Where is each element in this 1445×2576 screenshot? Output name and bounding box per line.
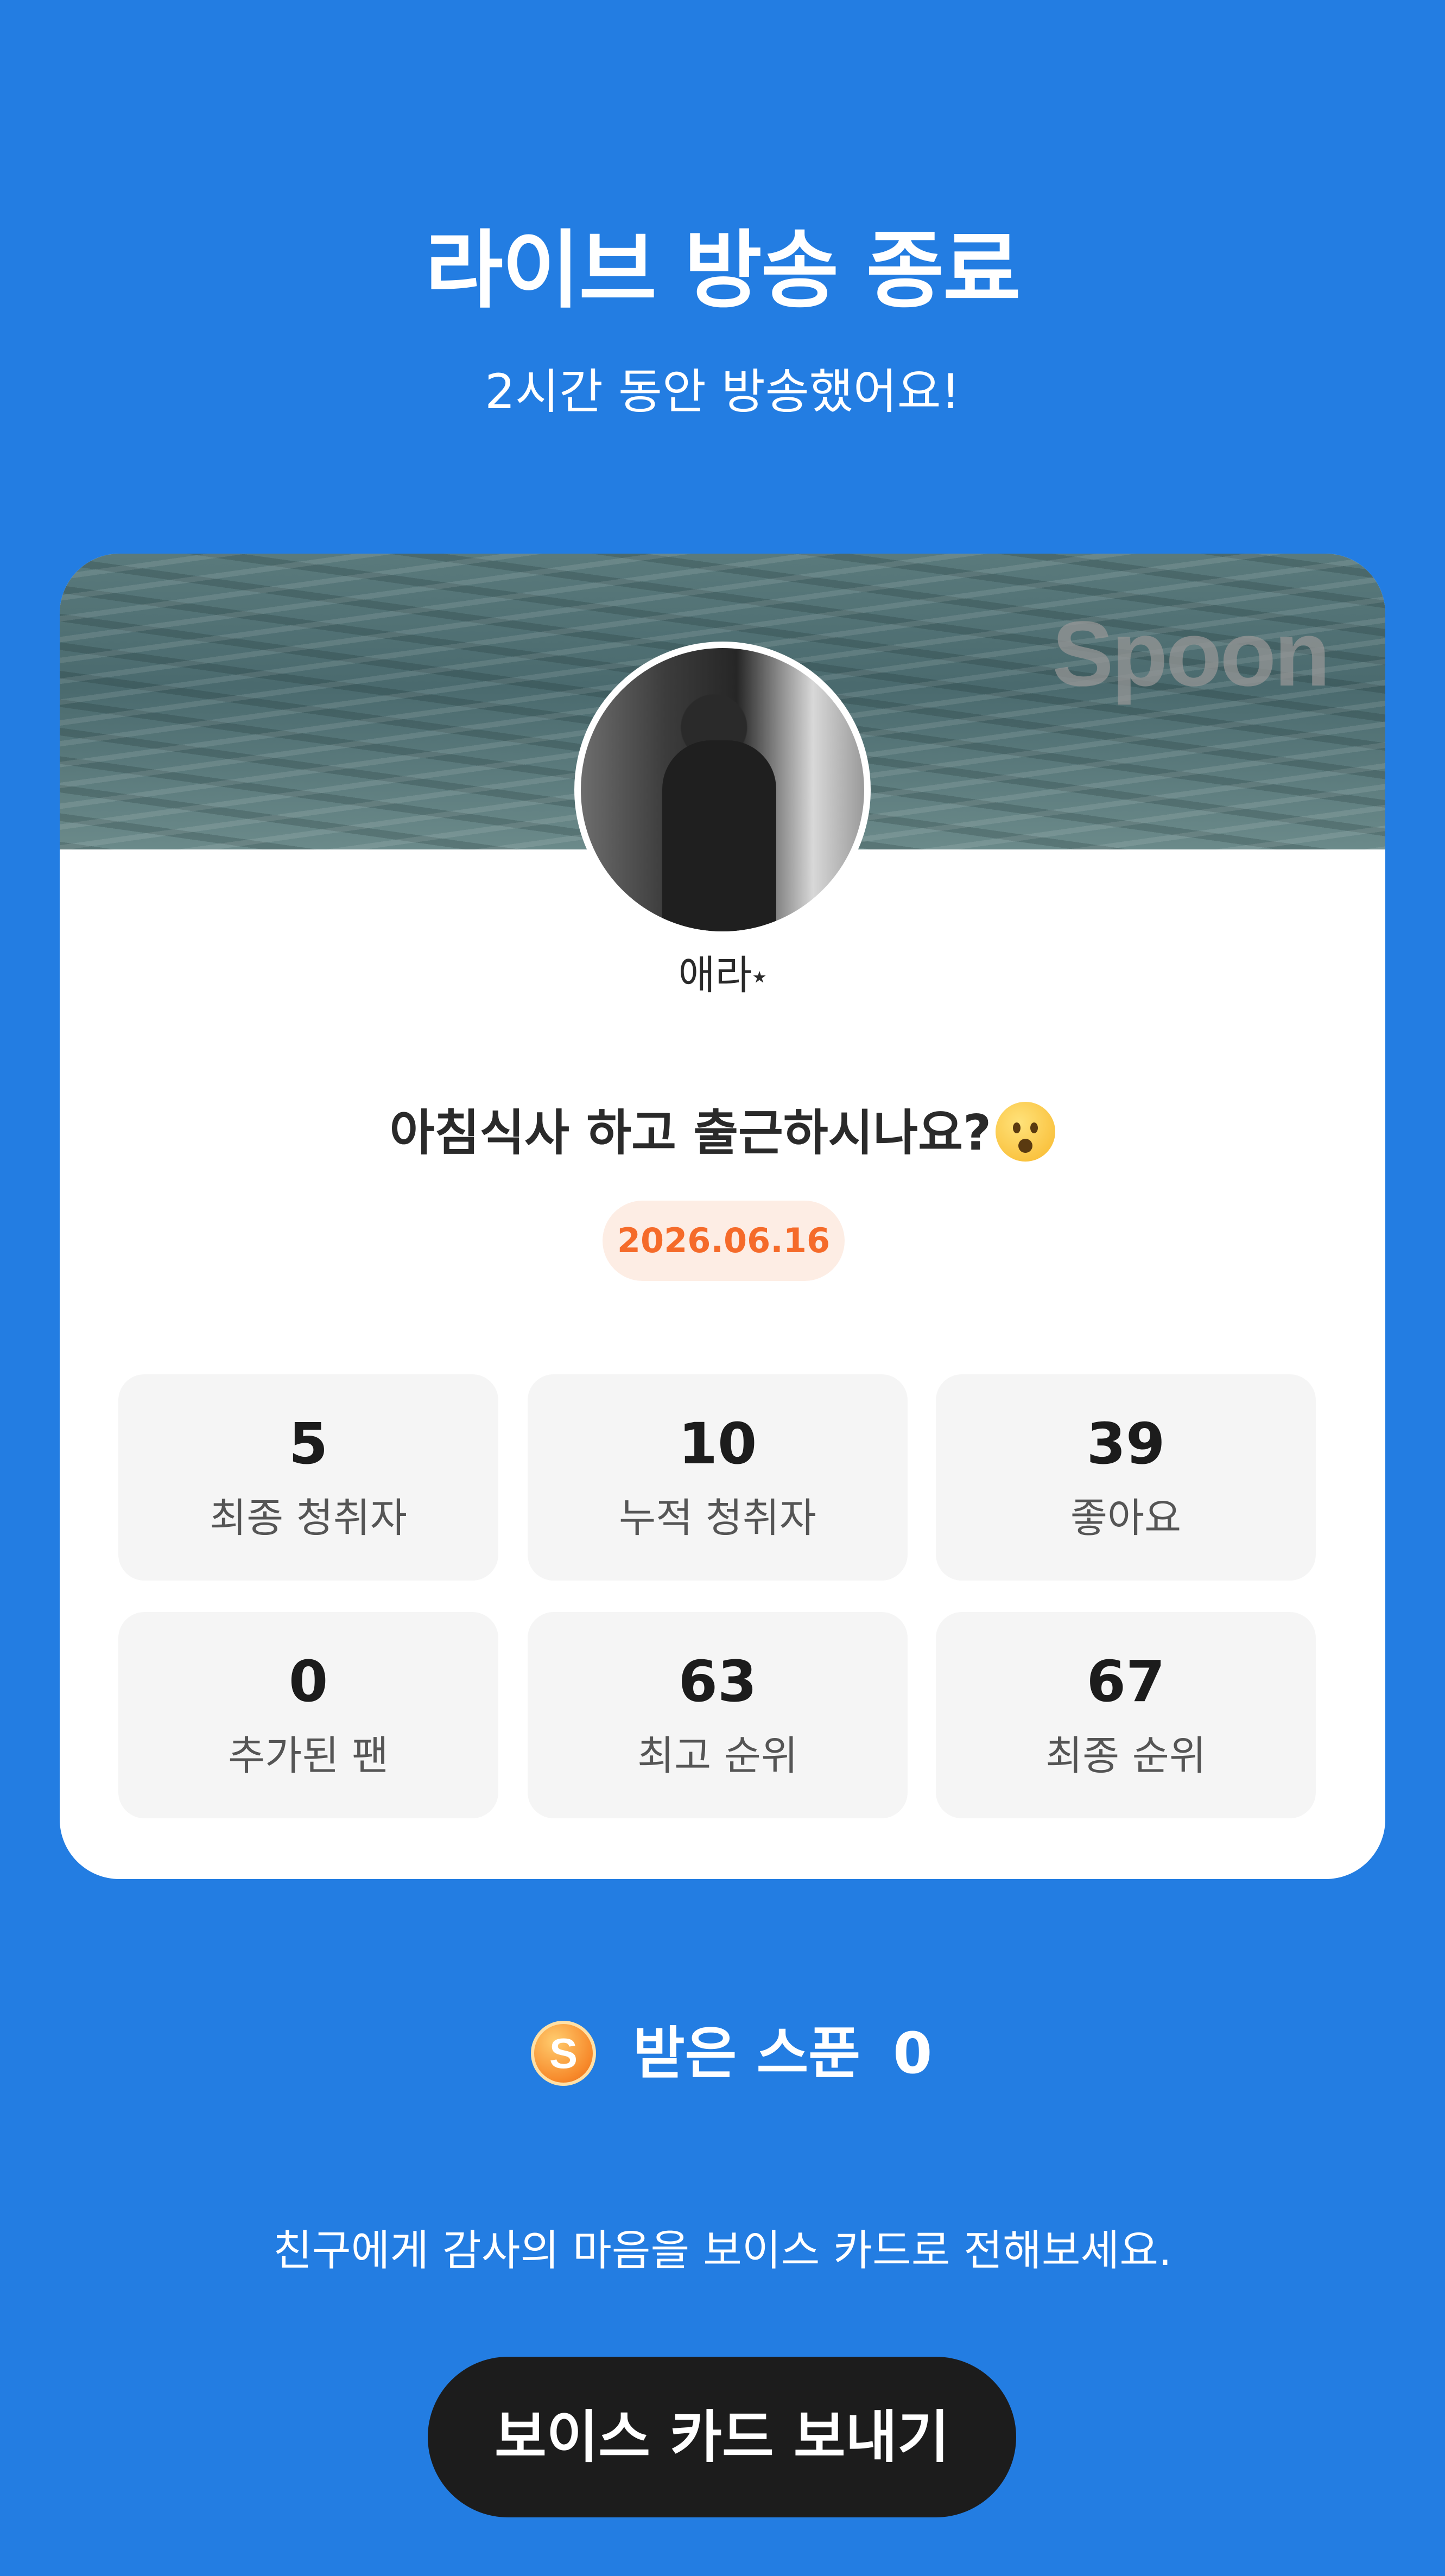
received-spoons-label: 받은 스푼 [633, 2020, 860, 2086]
page-subtitle: 2시간 동안 방송했어요! [485, 364, 960, 420]
stat-final-rank: 67 최종 순위 [936, 1612, 1316, 1818]
stat-value: 0 [288, 1648, 328, 1715]
stat-label: 누적 청취자 [619, 1495, 816, 1541]
received-spoons-count: 0 [892, 2020, 933, 2086]
stat-value: 10 [678, 1411, 757, 1477]
dj-nickname: 애라★ [60, 955, 1385, 995]
spoon-logo: Spoon [1052, 602, 1330, 706]
live-title-text: 아침식사 하고 출근하시나요? [389, 1104, 992, 1162]
stat-new-fans: 0 추가된 팬 [118, 1612, 498, 1818]
stat-best-rank: 63 최고 순위 [528, 1612, 908, 1818]
stat-likes: 39 좋아요 [936, 1374, 1316, 1581]
stat-value: 39 [1086, 1411, 1165, 1477]
hushed-face-icon [996, 1102, 1056, 1162]
stat-label: 최종 순위 [1045, 1733, 1206, 1779]
stat-label: 최종 청취자 [210, 1495, 407, 1541]
stat-label: 최고 순위 [637, 1733, 798, 1779]
star-icon: ★ [752, 968, 767, 987]
avatar-figure [662, 740, 776, 931]
nickname-text: 애라 [678, 952, 752, 999]
send-voice-card-button[interactable]: 보이스 카드 보내기 [428, 2357, 1016, 2517]
stat-value: 5 [288, 1411, 328, 1477]
stat-value: 63 [678, 1648, 757, 1715]
received-spoons: S 받은 스푼 0 [531, 2018, 932, 2089]
date-badge: 2026.06.16 [603, 1201, 845, 1281]
voice-card-prompt: 친구에게 감사의 마음을 보이스 카드로 전해보세요. [273, 2226, 1172, 2275]
live-title: 아침식사 하고 출근하시나요? [60, 1102, 1385, 1166]
stat-final-listeners: 5 최종 청취자 [118, 1374, 498, 1581]
stat-label: 좋아요 [1070, 1495, 1182, 1541]
avatar[interactable] [574, 642, 871, 938]
stat-label: 추가된 팬 [228, 1733, 389, 1779]
stat-total-listeners: 10 누적 청취자 [528, 1374, 908, 1581]
stat-value: 67 [1086, 1648, 1165, 1715]
spoon-coin-icon: S [531, 2021, 596, 2086]
live-summary-card: Spoon 애라★ 아침식사 하고 출근하시나요? 2026.06.16 5 최… [60, 554, 1385, 1879]
page-title: 라이브 방송 종료 [425, 221, 1021, 320]
